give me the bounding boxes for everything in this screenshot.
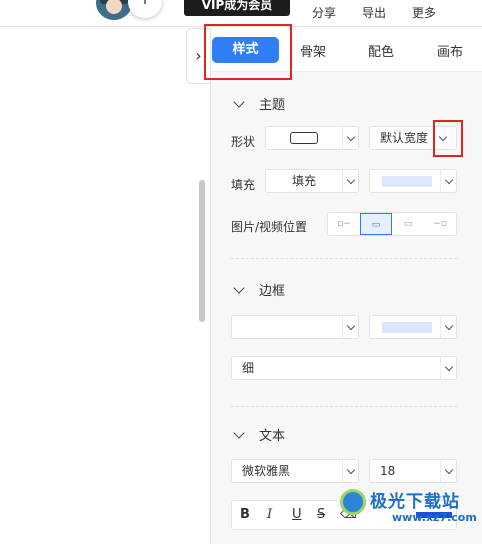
- section-divider: [231, 258, 457, 259]
- chevron-down-icon: [440, 170, 456, 192]
- vip-member-button[interactable]: VIP成为会员: [184, 0, 290, 16]
- border-weight-value: 细: [242, 361, 255, 375]
- watermark-url: www.xz7.com: [392, 511, 477, 524]
- bold-button[interactable]: B: [240, 507, 250, 522]
- style-panel: 样式 骨架 配色 画布 主题 形状 默认宽度 填充 填充 图片/视频位置 ▫− …: [210, 28, 482, 544]
- position-right-icon[interactable]: −▫: [424, 213, 456, 235]
- fill-color-swatch: [382, 176, 432, 187]
- watermark-name: 极光下载站: [370, 492, 460, 512]
- position-top-icon[interactable]: ▭: [360, 213, 392, 235]
- border-color-swatch: [382, 322, 432, 333]
- top-bar: + VIP成为会员 分享 导出 更多: [0, 0, 482, 27]
- chevron-down-icon: [233, 282, 245, 294]
- user-avatar[interactable]: [96, 0, 132, 20]
- watermark-logo-icon: [340, 489, 366, 515]
- more-button[interactable]: 更多: [412, 4, 436, 21]
- font-size-value: 18: [380, 464, 396, 478]
- fill-color-select[interactable]: [369, 169, 457, 193]
- chevron-down-icon: [440, 357, 456, 379]
- underline-button[interactable]: U: [292, 507, 302, 522]
- text-section-title: 文本: [259, 429, 286, 444]
- chevron-down-icon: [342, 316, 358, 338]
- chevron-down-icon: [342, 170, 358, 192]
- media-position-label: 图片/视频位置: [231, 220, 308, 234]
- fill-select[interactable]: 填充: [265, 169, 359, 193]
- text-section-toggle[interactable]: 文本: [233, 425, 286, 444]
- italic-button[interactable]: I: [267, 507, 272, 522]
- chevron-down-icon: [342, 460, 358, 482]
- add-button[interactable]: +: [128, 0, 162, 18]
- section-divider: [231, 406, 457, 407]
- canvas-scrollbar[interactable]: [199, 180, 205, 322]
- shape-label: 形状: [231, 135, 256, 149]
- chevron-down-icon: [233, 96, 245, 108]
- font-family-select[interactable]: 微软雅黑: [231, 459, 359, 483]
- share-button[interactable]: 分享: [312, 4, 336, 21]
- theme-section-toggle[interactable]: 主题: [233, 94, 286, 113]
- border-section-toggle[interactable]: 边框: [233, 280, 286, 299]
- border-section-title: 边框: [259, 284, 286, 299]
- chevron-down-icon: [342, 127, 358, 149]
- width-dropdown-highlight: [433, 120, 463, 157]
- font-family-value: 微软雅黑: [242, 464, 291, 478]
- chevron-down-icon: [440, 316, 456, 338]
- width-value: 默认宽度: [380, 131, 429, 145]
- style-tab-highlight: [204, 24, 292, 80]
- border-color-select[interactable]: [369, 315, 457, 339]
- tab-color-scheme[interactable]: 配色: [368, 41, 394, 60]
- position-left-icon[interactable]: ▫−: [328, 213, 360, 235]
- fill-label: 填充: [231, 178, 256, 192]
- export-button[interactable]: 导出: [362, 4, 386, 21]
- font-size-select[interactable]: 18: [369, 459, 457, 483]
- border-weight-select[interactable]: 细: [231, 356, 457, 380]
- site-watermark: 极光下载站 www.xz7.com: [340, 487, 482, 531]
- border-style-select[interactable]: [231, 315, 359, 339]
- avatar-face: [106, 0, 122, 14]
- chevron-down-icon: [233, 427, 245, 439]
- tab-canvas[interactable]: 画布: [437, 41, 463, 60]
- shape-select[interactable]: [265, 126, 359, 150]
- strikethrough-button[interactable]: S: [317, 507, 325, 522]
- fill-value: 填充: [292, 174, 317, 188]
- theme-section-title: 主题: [259, 98, 286, 113]
- media-position-selector: ▫− ▭ ▭ −▫: [327, 212, 457, 236]
- position-bottom-icon[interactable]: ▭: [392, 213, 424, 235]
- chevron-down-icon: [440, 460, 456, 482]
- tab-skeleton[interactable]: 骨架: [300, 41, 326, 60]
- rounded-rect-shape-icon: [290, 132, 318, 144]
